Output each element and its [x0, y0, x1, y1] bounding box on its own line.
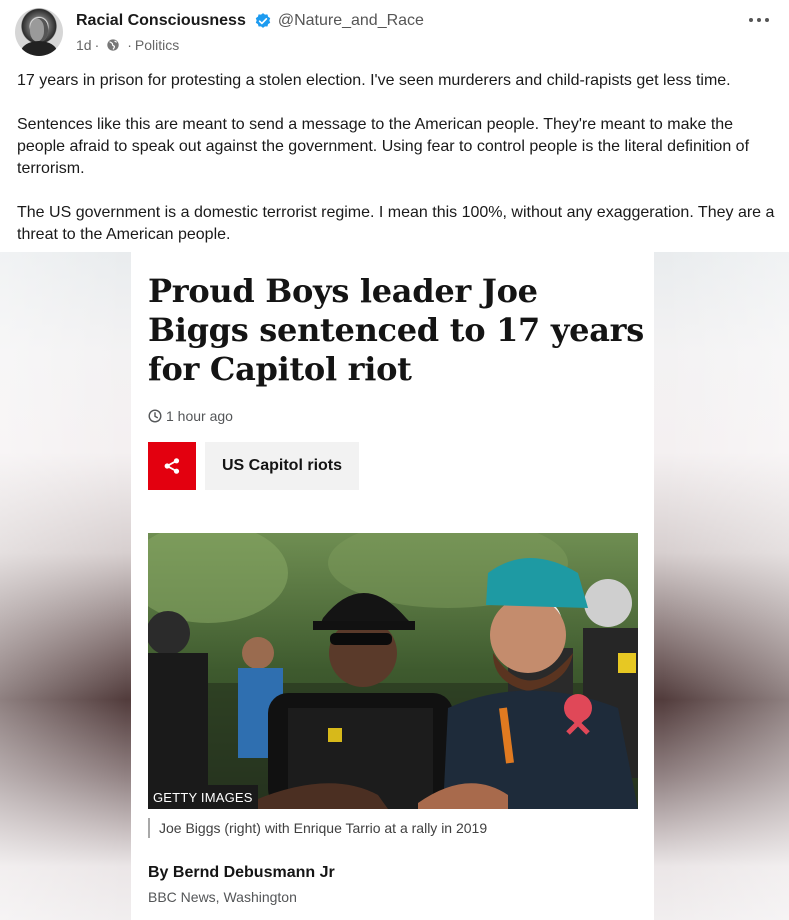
author-handle[interactable]: @Nature_and_Race — [278, 12, 424, 30]
post-paragraph-3: The US government is a domestic terroris… — [17, 204, 775, 243]
post-paragraph-2: Sentences like this are meant to send a … — [17, 116, 750, 177]
topic-tag[interactable]: US Capitol riots — [205, 442, 360, 490]
author-name[interactable]: Racial Consciousness — [76, 12, 246, 30]
article-card: Proud Boys leader Joe Biggs sentenced to… — [131, 252, 654, 920]
post-meta: 1d · · Politics — [76, 37, 179, 53]
post-category[interactable]: Politics — [135, 37, 179, 53]
embedded-screenshot[interactable]: Proud Boys leader Joe Biggs sentenced to… — [0, 252, 789, 920]
globe-icon — [107, 39, 119, 51]
byline-outlet: BBC News, Washington — [148, 889, 297, 905]
article-headline: Proud Boys leader Joe Biggs sentenced to… — [148, 272, 644, 388]
meta-separator: · — [94, 37, 100, 53]
photo-credit: GETTY IMAGES — [148, 785, 258, 809]
photo-caption: Joe Biggs (right) with Enrique Tarrio at… — [148, 818, 487, 838]
more-horizontal-icon[interactable] — [747, 10, 771, 30]
verified-badge-icon — [255, 13, 271, 28]
article-timestamp: 1 hour ago — [148, 408, 233, 424]
byline-author: By Bernd Debusmann Jr — [148, 864, 335, 881]
share-button[interactable] — [148, 442, 196, 490]
author-line: Racial Consciousness @Nature_and_Race — [76, 12, 424, 30]
photo-illustration — [148, 533, 638, 809]
post-age[interactable]: 1d — [76, 37, 92, 53]
avatar[interactable] — [15, 8, 63, 56]
timestamp-text: 1 hour ago — [166, 408, 233, 424]
avatar-shoulders — [21, 41, 57, 56]
post-paragraph-1: 17 years in prison for protesting a stol… — [17, 72, 731, 89]
meta-separator-2: · — [127, 37, 132, 53]
post-header: Racial Consciousness @Nature_and_Race 1d… — [15, 8, 775, 58]
share-icon — [164, 458, 180, 474]
avatar-face — [30, 18, 48, 42]
post-body: 17 years in prison for protesting a stol… — [17, 70, 777, 268]
clock-icon — [148, 409, 162, 423]
article-photo: GETTY IMAGES — [148, 533, 638, 809]
